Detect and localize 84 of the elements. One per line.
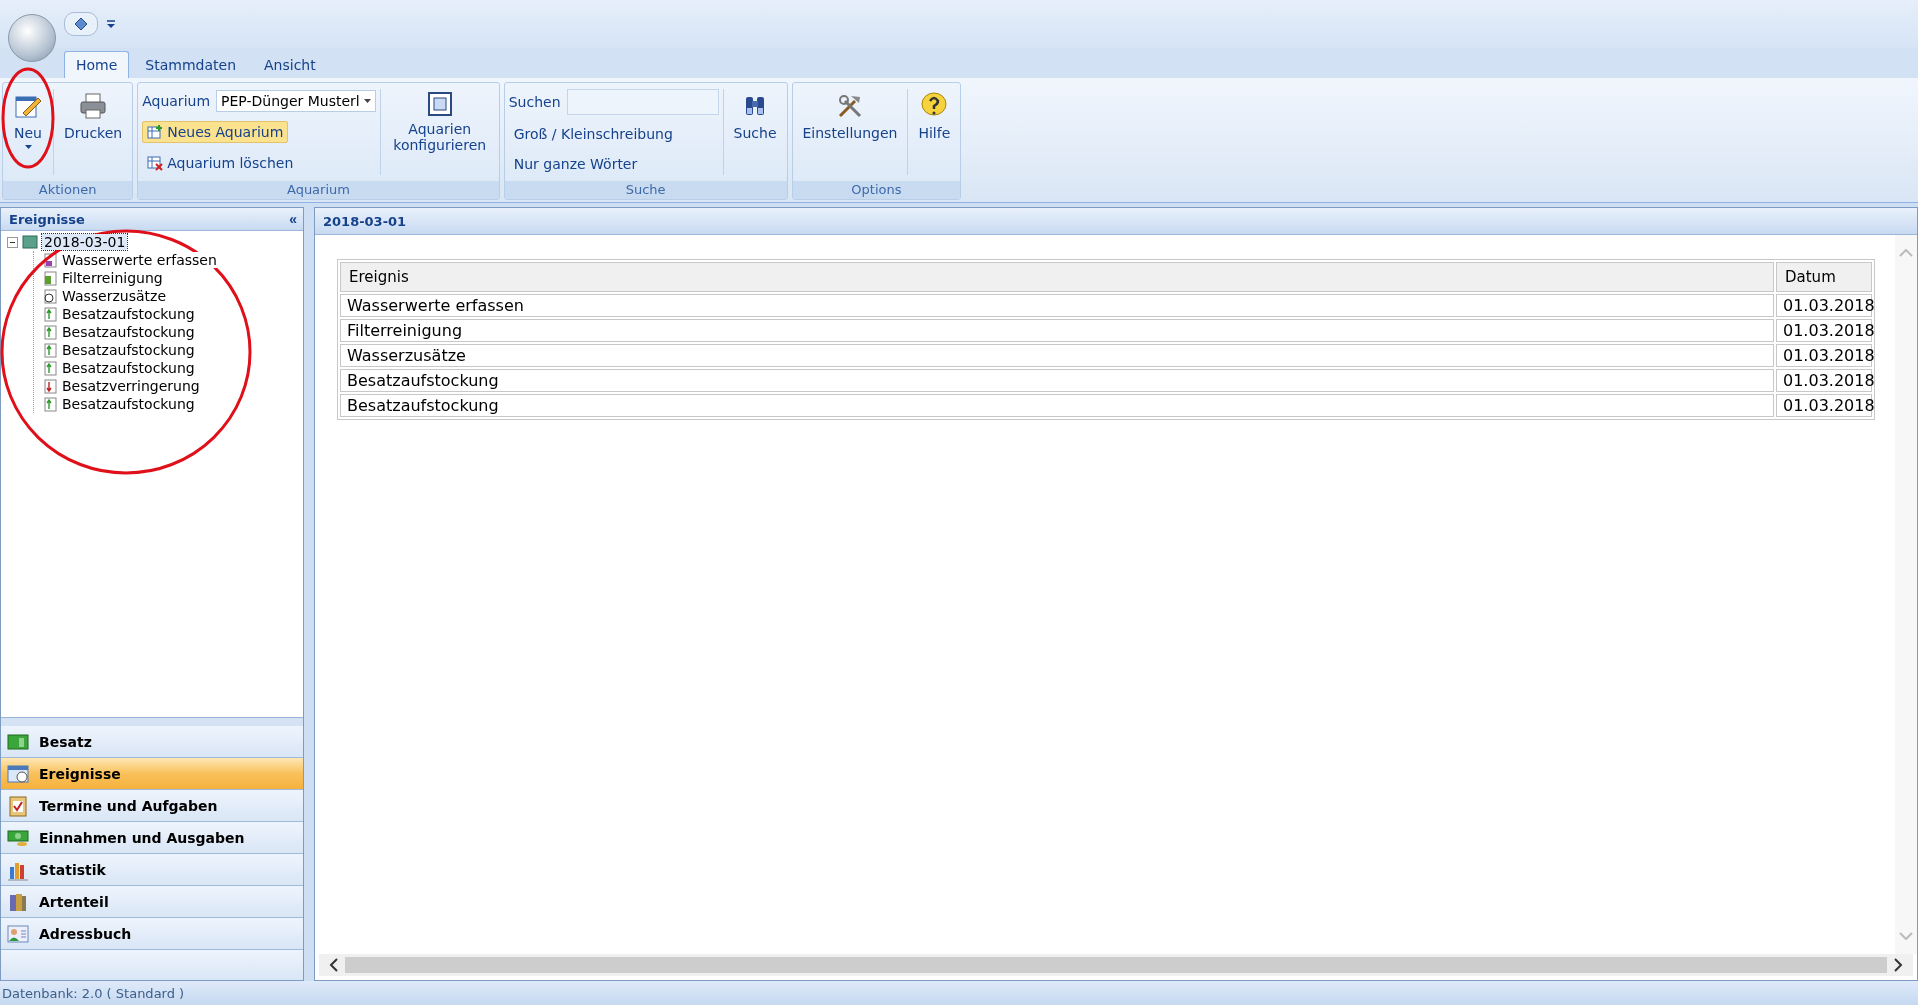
document-icon [42, 288, 58, 304]
tree-item[interactable]: Besatzverringerung [62, 378, 200, 394]
navigation-item[interactable]: Adressbuch [1, 918, 303, 950]
scroll-right-icon [1893, 958, 1903, 972]
column-header[interactable]: Datum [1776, 262, 1872, 292]
tree-item[interactable]: Besatzaufstockung [62, 396, 195, 412]
ribbon-tab[interactable]: Ansicht [252, 51, 328, 78]
table-cell: Wasserwerte erfassen [340, 294, 1774, 317]
table-cell: Wasserzusätze [340, 344, 1774, 367]
document-icon [42, 342, 58, 358]
horizontal-scrollbar[interactable] [319, 954, 1913, 976]
application-orb[interactable] [8, 14, 56, 62]
splitter-grip[interactable] [1, 717, 303, 726]
aquarium-dropdown[interactable]: PEP-Dünger Musterl [216, 89, 376, 112]
table-cell: Besatzaufstockung [340, 394, 1774, 417]
table-cell: 01.03.2018 [1776, 294, 1872, 317]
table-cell: 01.03.2018 [1776, 344, 1872, 367]
field-label: Suchen [508, 94, 561, 110]
table-add-icon [147, 124, 164, 140]
table-cell: Besatzaufstockung [340, 369, 1774, 392]
status-text: Datenbank: 2.0 ( Standard ) [2, 985, 185, 1001]
field-label: Aquarium [142, 92, 211, 109]
navigation-item[interactable]: Statistik [1, 854, 303, 886]
tree-item[interactable]: Wasserwerte erfassen [62, 252, 217, 268]
panel-title: Ereignisse [9, 211, 85, 227]
diamond-icon [74, 17, 88, 31]
group-title: Options [792, 181, 961, 199]
document-icon [42, 252, 58, 268]
collapse-button[interactable]: « [289, 211, 297, 227]
scroll-down-icon [1899, 932, 1913, 940]
ribbon-button[interactable]: Einstellungen [796, 85, 904, 179]
navigation-item[interactable]: Artenteil [1, 886, 303, 918]
navigation-item[interactable]: Ereignisse [1, 758, 303, 790]
tree-item[interactable]: Besatzaufstockung [62, 342, 195, 358]
navigation-item[interactable]: Besatz [1, 726, 303, 758]
new-aquarium-button[interactable]: Neues Aquarium [142, 121, 289, 143]
document-icon [42, 324, 58, 340]
quick-access-button[interactable] [64, 12, 98, 36]
search-option[interactable]: Nur ganze Wörter [508, 153, 643, 175]
table-delete-icon [147, 155, 164, 172]
navigation-item[interactable]: Termine und Aufgaben [1, 790, 303, 822]
table-cell: 01.03.2018 [1776, 394, 1872, 417]
delete-aquarium-button[interactable]: Aquarium löschen [142, 152, 299, 175]
ribbon-button[interactable]: Neu [7, 85, 49, 179]
ribbon-tab[interactable]: Home [64, 51, 130, 78]
document-icon [42, 378, 58, 394]
tree-item[interactable]: Besatzaufstockung [62, 306, 195, 322]
collapse-icon[interactable] [7, 236, 18, 248]
scroll-left-icon [329, 958, 339, 972]
tree-item[interactable]: Filterreinigung [62, 270, 163, 286]
printer-icon [78, 91, 109, 121]
frame-icon [426, 91, 453, 117]
table-cell: 01.03.2018 [1776, 319, 1872, 342]
tree-item[interactable]: Besatzaufstockung [62, 324, 195, 340]
search-option[interactable]: Groß / Kleinschreibung [508, 123, 678, 145]
calendar-icon [7, 762, 29, 785]
column-header[interactable]: Ereignis [340, 262, 1774, 292]
customize-caret-icon [106, 19, 116, 29]
group-title: Aquarium [138, 181, 499, 199]
dropdown-caret-icon [363, 98, 371, 103]
scroll-up-icon [1899, 249, 1913, 257]
table-cell: Filterreinigung [340, 319, 1774, 342]
navigation-item[interactable]: Einnahmen und Ausgaben [1, 822, 303, 854]
tree-item[interactable]: Besatzaufstockung [62, 360, 195, 376]
tree-item[interactable]: 2018-03-01 [42, 234, 128, 250]
ribbon-button[interactable]: Hilfe [912, 85, 957, 179]
search-field[interactable] [566, 89, 719, 115]
table-cell: 01.03.2018 [1776, 369, 1872, 392]
ribbon-button[interactable]: Drucken [58, 85, 129, 179]
group-title: Aktionen [3, 181, 133, 199]
ribbon-tab[interactable]: Stammdaten [133, 51, 248, 78]
document-icon [42, 306, 58, 322]
document-icon [42, 360, 58, 376]
date-icon [22, 234, 38, 250]
clipboard-icon [7, 794, 29, 817]
tree-item[interactable]: Wasserzusätze [62, 288, 167, 304]
document-icon [42, 396, 58, 412]
panel-title: 2018-03-01 [323, 213, 407, 229]
vertical-scrollbar[interactable] [1895, 235, 1917, 954]
group-title: Suche [504, 181, 787, 199]
search-button[interactable]: Suche [727, 85, 783, 179]
configure-button[interactable]: Aquarien konfigurieren [384, 85, 495, 179]
contact-card-icon [7, 922, 29, 945]
document-icon [42, 270, 58, 286]
